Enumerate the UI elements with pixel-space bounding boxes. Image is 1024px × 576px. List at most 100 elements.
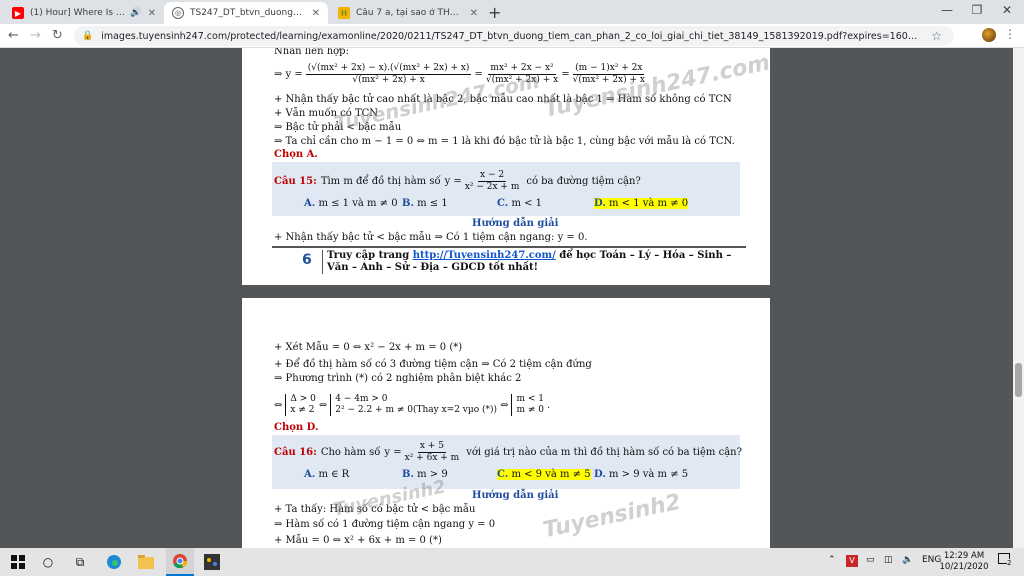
option-text: m ∈ R	[318, 469, 350, 480]
tab-title: Câu 7 a, tại sao ở TH1 không xét	[356, 8, 464, 18]
paragraph: + Nhận thấy bậc tử < bậc mẫu ⇒ Có 1 tiệm…	[274, 232, 588, 243]
question-16-box: Câu 16: Cho hàm số y = x + 5 x² + 6x + m…	[272, 435, 742, 489]
option-key: A.	[304, 198, 316, 209]
equation-system: ⇔ Δ > 0 x ≠ 2 ⇔ 4 − 4m > 0 2² − 2.2 + m …	[274, 388, 550, 422]
question-label: Câu 16:	[274, 446, 317, 458]
fraction: (√(mx² + 2x) − x).(√(mx² + 2x) + x) √(mx…	[305, 62, 472, 86]
youtube-icon: ▶	[12, 7, 24, 19]
question-15: Câu 15: Tìm m để đồ thị hàm số y = x − 2…	[274, 166, 641, 196]
solution-heading: Hướng dẫn giải	[472, 490, 559, 501]
equiv-symbol: ⇔	[500, 399, 509, 411]
option-d: D. m < 1 và m ≠ 0	[594, 198, 689, 209]
paragraph: + Mẫu = 0 ⇔ x² + 6x + m = 0 (*)	[274, 535, 442, 546]
globe-icon: ◎	[172, 7, 184, 19]
cut-text: Nhân liên hợp:	[274, 48, 349, 57]
scrollbar[interactable]	[1013, 48, 1024, 548]
option-d: D. m > 9 và m ≠ 5	[594, 469, 688, 480]
option-c: C. m < 9 và m ≠ 5	[497, 469, 591, 480]
option-text: m < 1	[511, 198, 543, 209]
speaker-icon[interactable]: 🔊	[130, 8, 141, 18]
option-key: B.	[402, 469, 414, 480]
chrome-icon[interactable]	[166, 548, 194, 576]
battery-icon[interactable]: ▭	[866, 555, 875, 565]
bookmark-star-icon[interactable]: ☆	[931, 29, 942, 43]
footer-text: Truy cập trang http://Tuyensinh247.com/ …	[322, 250, 742, 274]
close-window-button[interactable]: ✕	[992, 3, 1022, 17]
eq-lhs: y =	[384, 446, 402, 458]
option-a: A. m ≤ 1 và m ≠ 0	[304, 198, 398, 209]
option-key: C.	[497, 198, 509, 209]
hoidap-icon: H	[338, 7, 350, 19]
pdf-viewer[interactable]: Nhân liên hợp: ⇒ y = (√(mx² + 2x) − x).(…	[0, 48, 1024, 548]
close-tab-icon[interactable]: ✕	[470, 8, 478, 19]
notification-count: 2	[1007, 559, 1012, 567]
clock[interactable]: 12:29 AM 10/21/2020	[934, 551, 994, 573]
lock-icon[interactable]: 🔒	[82, 31, 93, 41]
clock-date: 10/21/2020	[939, 562, 989, 572]
system-2: 4 − 4m > 0 2² − 2.2 + m ≠ 0(Thay x=2 vµo…	[330, 394, 497, 416]
paragraph: ⇒ Hàm số có 1 đường tiệm cận ngang y = 0	[274, 519, 496, 530]
sys-line: 4 − 4m > 0	[335, 394, 388, 404]
paragraph: ⇒ Ta chỉ cần cho m − 1 = 0 ⇔ m = 1 là kh…	[274, 136, 735, 147]
search-icon[interactable]: ○	[40, 554, 56, 570]
tab-title: TS247_DT_btvn_duong_tiem_can_	[190, 8, 306, 18]
tab-youtube[interactable]: ▶ (1) Hour] Where Is Your Love 🔊 ✕	[4, 2, 164, 24]
question-text: với giá trị nào của m thì đồ thị hàm số …	[466, 446, 742, 458]
denominator: x² + 6x + m	[404, 452, 460, 463]
profile-avatar[interactable]	[982, 28, 996, 42]
minimize-button[interactable]: —	[932, 3, 962, 17]
task-view-icon[interactable]: ⧉	[72, 554, 88, 570]
page-number: 6	[302, 252, 312, 268]
browser-toolbar: ← → ↻ 🔒 images.tuyensinh247.com/protecte…	[0, 24, 1024, 48]
notification-icon[interactable]: 2	[998, 553, 1012, 567]
option-key: B.	[402, 198, 414, 209]
address-bar[interactable]: 🔒 images.tuyensinh247.com/protected/lear…	[74, 26, 954, 46]
option-key: C.	[497, 469, 509, 480]
close-tab-icon[interactable]: ✕	[148, 8, 156, 19]
numerator: x + 5	[417, 440, 446, 453]
pdf-page-7: + Xét Mẫu = 0 ⇔ x² − 2x + m = 0 (*) + Để…	[242, 298, 770, 548]
sys-line: 2² − 2.2 + m ≠ 0(Thay x=2 vµo (*))	[335, 405, 498, 415]
close-tab-icon[interactable]: ✕	[312, 8, 320, 19]
tab-strip: ▶ (1) Hour] Where Is Your Love 🔊 ✕ ◎ TS2…	[0, 0, 1024, 24]
sys-line: Δ > 0	[290, 394, 316, 404]
edge-icon[interactable]	[106, 554, 122, 570]
maximize-button[interactable]: ❐	[962, 3, 992, 17]
question-text: Tìm m để đồ thị hàm số	[320, 175, 441, 187]
network-icon[interactable]: ◫	[884, 555, 893, 565]
question-text: có ba đường tiệm cận?	[526, 175, 641, 187]
back-button[interactable]: ←	[8, 28, 19, 43]
solution-heading: Hướng dẫn giải	[472, 218, 559, 229]
watermark: Tuyensinh2	[540, 489, 684, 544]
question-16: Câu 16: Cho hàm số y = x + 5 x² + 6x + m…	[274, 437, 742, 467]
footer-divider	[272, 246, 746, 248]
browser-menu-icon[interactable]: ⋮	[1004, 27, 1016, 41]
numerator: (√(mx² + 2x) − x).(√(mx² + 2x) + x)	[305, 62, 472, 75]
paragraph: ⇒ Phương trình (*) có 2 nghiệm phân biệt…	[274, 373, 522, 384]
windows-start-icon[interactable]	[10, 554, 26, 570]
antivirus-icon[interactable]: V	[846, 555, 858, 567]
option-b: B. m ≤ 1	[402, 198, 448, 209]
volume-icon[interactable]: 🔈	[902, 555, 913, 565]
fraction: x + 5 x² + 6x + m	[405, 441, 460, 464]
question-text: Cho hàm số	[320, 446, 381, 458]
tab-pdf[interactable]: ◎ TS247_DT_btvn_duong_tiem_can_ ✕	[164, 2, 328, 24]
chevron-up-icon[interactable]: ⌃	[828, 555, 836, 565]
file-explorer-icon[interactable]	[138, 554, 154, 570]
new-tab-button[interactable]: +	[488, 3, 501, 22]
option-text: m ≤ 1 và m ≠ 0	[318, 198, 398, 209]
app-icon[interactable]	[204, 554, 220, 570]
forward-button[interactable]: →	[30, 28, 41, 43]
scroll-thumb[interactable]	[1015, 363, 1022, 397]
sys-line: m ≠ 0	[516, 405, 544, 415]
paragraph: + Để đồ thị hàm số có 3 đường tiệm cận ⇒…	[274, 359, 592, 370]
reload-button[interactable]: ↻	[52, 28, 63, 43]
footer-link[interactable]: http://Tuyensinh247.com/	[413, 250, 556, 261]
equiv-symbol: ⇔	[318, 399, 328, 411]
system-1: Δ > 0 x ≠ 2	[285, 394, 316, 416]
denominator: √(mx² + 2x) + x	[352, 74, 425, 85]
sys-line: x ≠ 2	[290, 405, 315, 415]
eq-lhs: ⇒ y =	[274, 68, 303, 80]
tab-hoidap[interactable]: H Câu 7 a, tại sao ở TH1 không xét ✕	[330, 2, 486, 24]
clock-time: 12:29 AM	[943, 551, 985, 561]
